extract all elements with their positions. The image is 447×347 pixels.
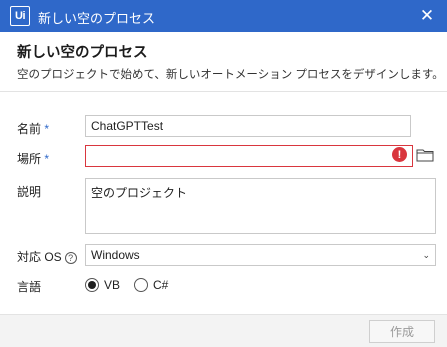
language-option-csharp[interactable]: C# [134, 278, 168, 292]
location-input[interactable] [85, 145, 413, 167]
description-textarea[interactable]: 空のプロジェクト [85, 178, 436, 234]
radio-unselected-icon[interactable] [134, 278, 149, 292]
name-input[interactable]: ChatGPTTest [85, 115, 411, 137]
language-radio-group: VB C# [85, 278, 182, 292]
dialog-subtitle: 空のプロジェクトで始めて、新しいオートメーション プロセスをデザインします。 [17, 69, 444, 81]
location-required-mark: * [44, 152, 50, 166]
language-option-csharp-label: C# [153, 278, 169, 292]
window-title: 新しい空のプロセス [38, 11, 156, 26]
name-label: 名前 * [17, 120, 49, 137]
dialog-content: 新しい空のプロセス 空のプロジェクトで始めて、新しいオートメーション プロセスを… [0, 32, 447, 314]
dialog-heading: 新しい空のプロセス [17, 45, 148, 61]
target-os-label: 対応 OS? [17, 248, 77, 265]
header-divider [0, 91, 447, 92]
chevron-down-icon: ⌄ [422, 249, 430, 260]
location-label: 場所 * [17, 150, 49, 167]
language-option-vb[interactable]: VB [85, 278, 120, 292]
radio-selected-icon[interactable] [85, 278, 99, 292]
create-button[interactable]: 作成 [369, 320, 435, 343]
target-os-label-text: 対応 OS [17, 250, 62, 264]
name-label-text: 名前 [17, 122, 42, 136]
name-required-mark: * [44, 122, 50, 136]
language-label: 言語 [17, 280, 42, 294]
target-os-select[interactable]: Windows ⌄ [85, 244, 436, 266]
title-bar: Ui 新しい空のプロセス ✕ [0, 0, 447, 32]
close-button[interactable]: ✕ [407, 0, 447, 32]
location-label-text: 場所 [17, 152, 42, 166]
error-icon: ! [392, 147, 407, 162]
uipath-logo-icon: Ui [10, 6, 30, 26]
help-icon[interactable]: ? [64, 251, 77, 264]
target-os-value: Windows [91, 248, 140, 262]
dialog-footer: 作成 [0, 314, 447, 347]
language-option-vb-label: VB [104, 278, 121, 292]
description-label: 説明 [17, 185, 42, 199]
folder-icon[interactable] [416, 148, 434, 162]
